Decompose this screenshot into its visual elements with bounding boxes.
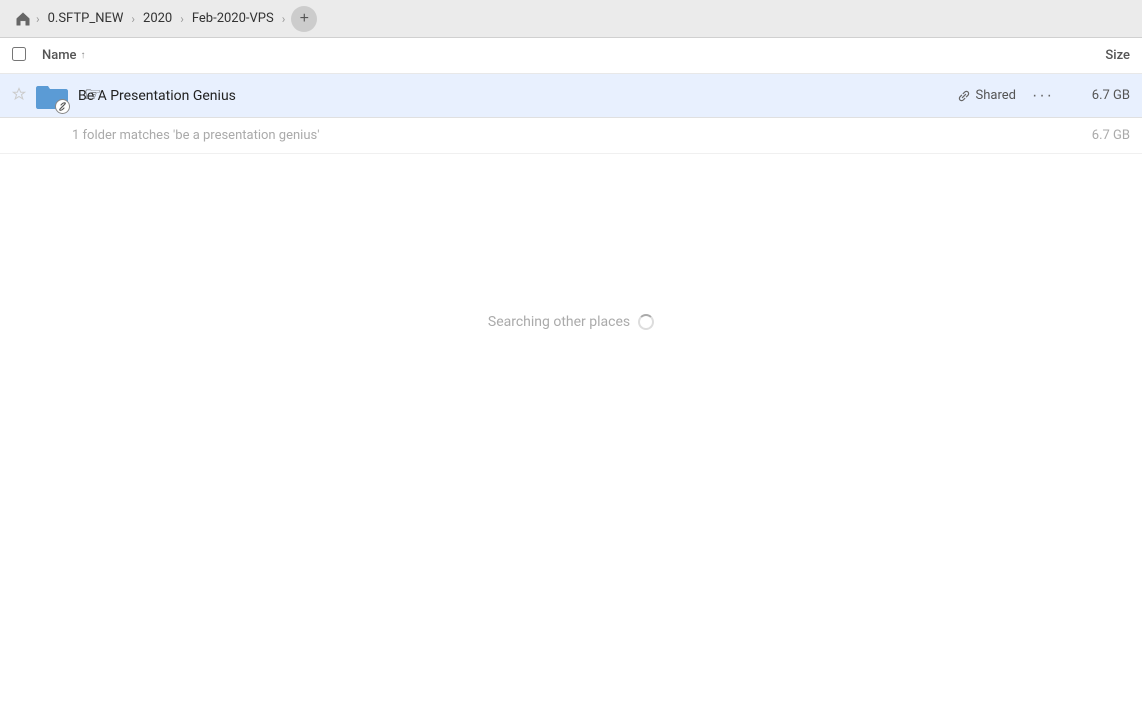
match-size: 6.7 GB xyxy=(1092,128,1130,143)
match-text: 1 folder matches 'be a presentation geni… xyxy=(72,128,1092,143)
searching-area: Searching other places xyxy=(0,154,1142,490)
list-header: Name ↑ Size xyxy=(0,38,1142,74)
breadcrumb-sep-2: › xyxy=(131,12,135,26)
table-row[interactable]: ☞ Be A Presentation Genius xyxy=(0,74,1142,118)
sort-arrow-icon: ↑ xyxy=(81,50,86,61)
breadcrumb-sep-4: › xyxy=(282,12,286,26)
name-column-header[interactable]: Name ↑ xyxy=(42,48,1050,63)
breadcrumb: › 0.SFTP_NEW › 2020 › Feb-2020-VPS › + xyxy=(12,6,317,32)
select-all-checkbox[interactable] xyxy=(12,47,26,61)
breadcrumb-item-3[interactable]: Feb-2020-VPS xyxy=(186,9,280,28)
content-area: Name ↑ Size ☞ xyxy=(0,38,1142,720)
breadcrumb-sep-1: › xyxy=(36,12,40,26)
shared-badge: Shared xyxy=(956,88,1016,104)
file-size-label: 6.7 GB xyxy=(1070,88,1130,103)
breadcrumb-item-2[interactable]: 2020 xyxy=(137,9,178,28)
searching-text: Searching other places xyxy=(488,314,630,330)
breadcrumb-item-1[interactable]: 0.SFTP_NEW xyxy=(42,9,130,28)
toolbar: › 0.SFTP_NEW › 2020 › Feb-2020-VPS › + xyxy=(0,0,1142,38)
match-info-row: 1 folder matches 'be a presentation geni… xyxy=(0,118,1142,154)
size-column-header: Size xyxy=(1050,48,1130,63)
file-icon xyxy=(34,78,70,114)
star-icon[interactable] xyxy=(12,87,34,105)
link-badge-icon xyxy=(55,99,70,114)
loading-spinner xyxy=(638,314,654,330)
home-icon[interactable] xyxy=(12,8,34,30)
add-button[interactable]: + xyxy=(291,6,317,32)
more-options-button[interactable]: ··· xyxy=(1028,83,1058,109)
header-checkbox-col xyxy=(12,47,42,65)
shared-label: Shared xyxy=(976,88,1016,103)
breadcrumb-sep-3: › xyxy=(180,12,184,26)
file-name-label: Be A Presentation Genius xyxy=(78,88,956,104)
